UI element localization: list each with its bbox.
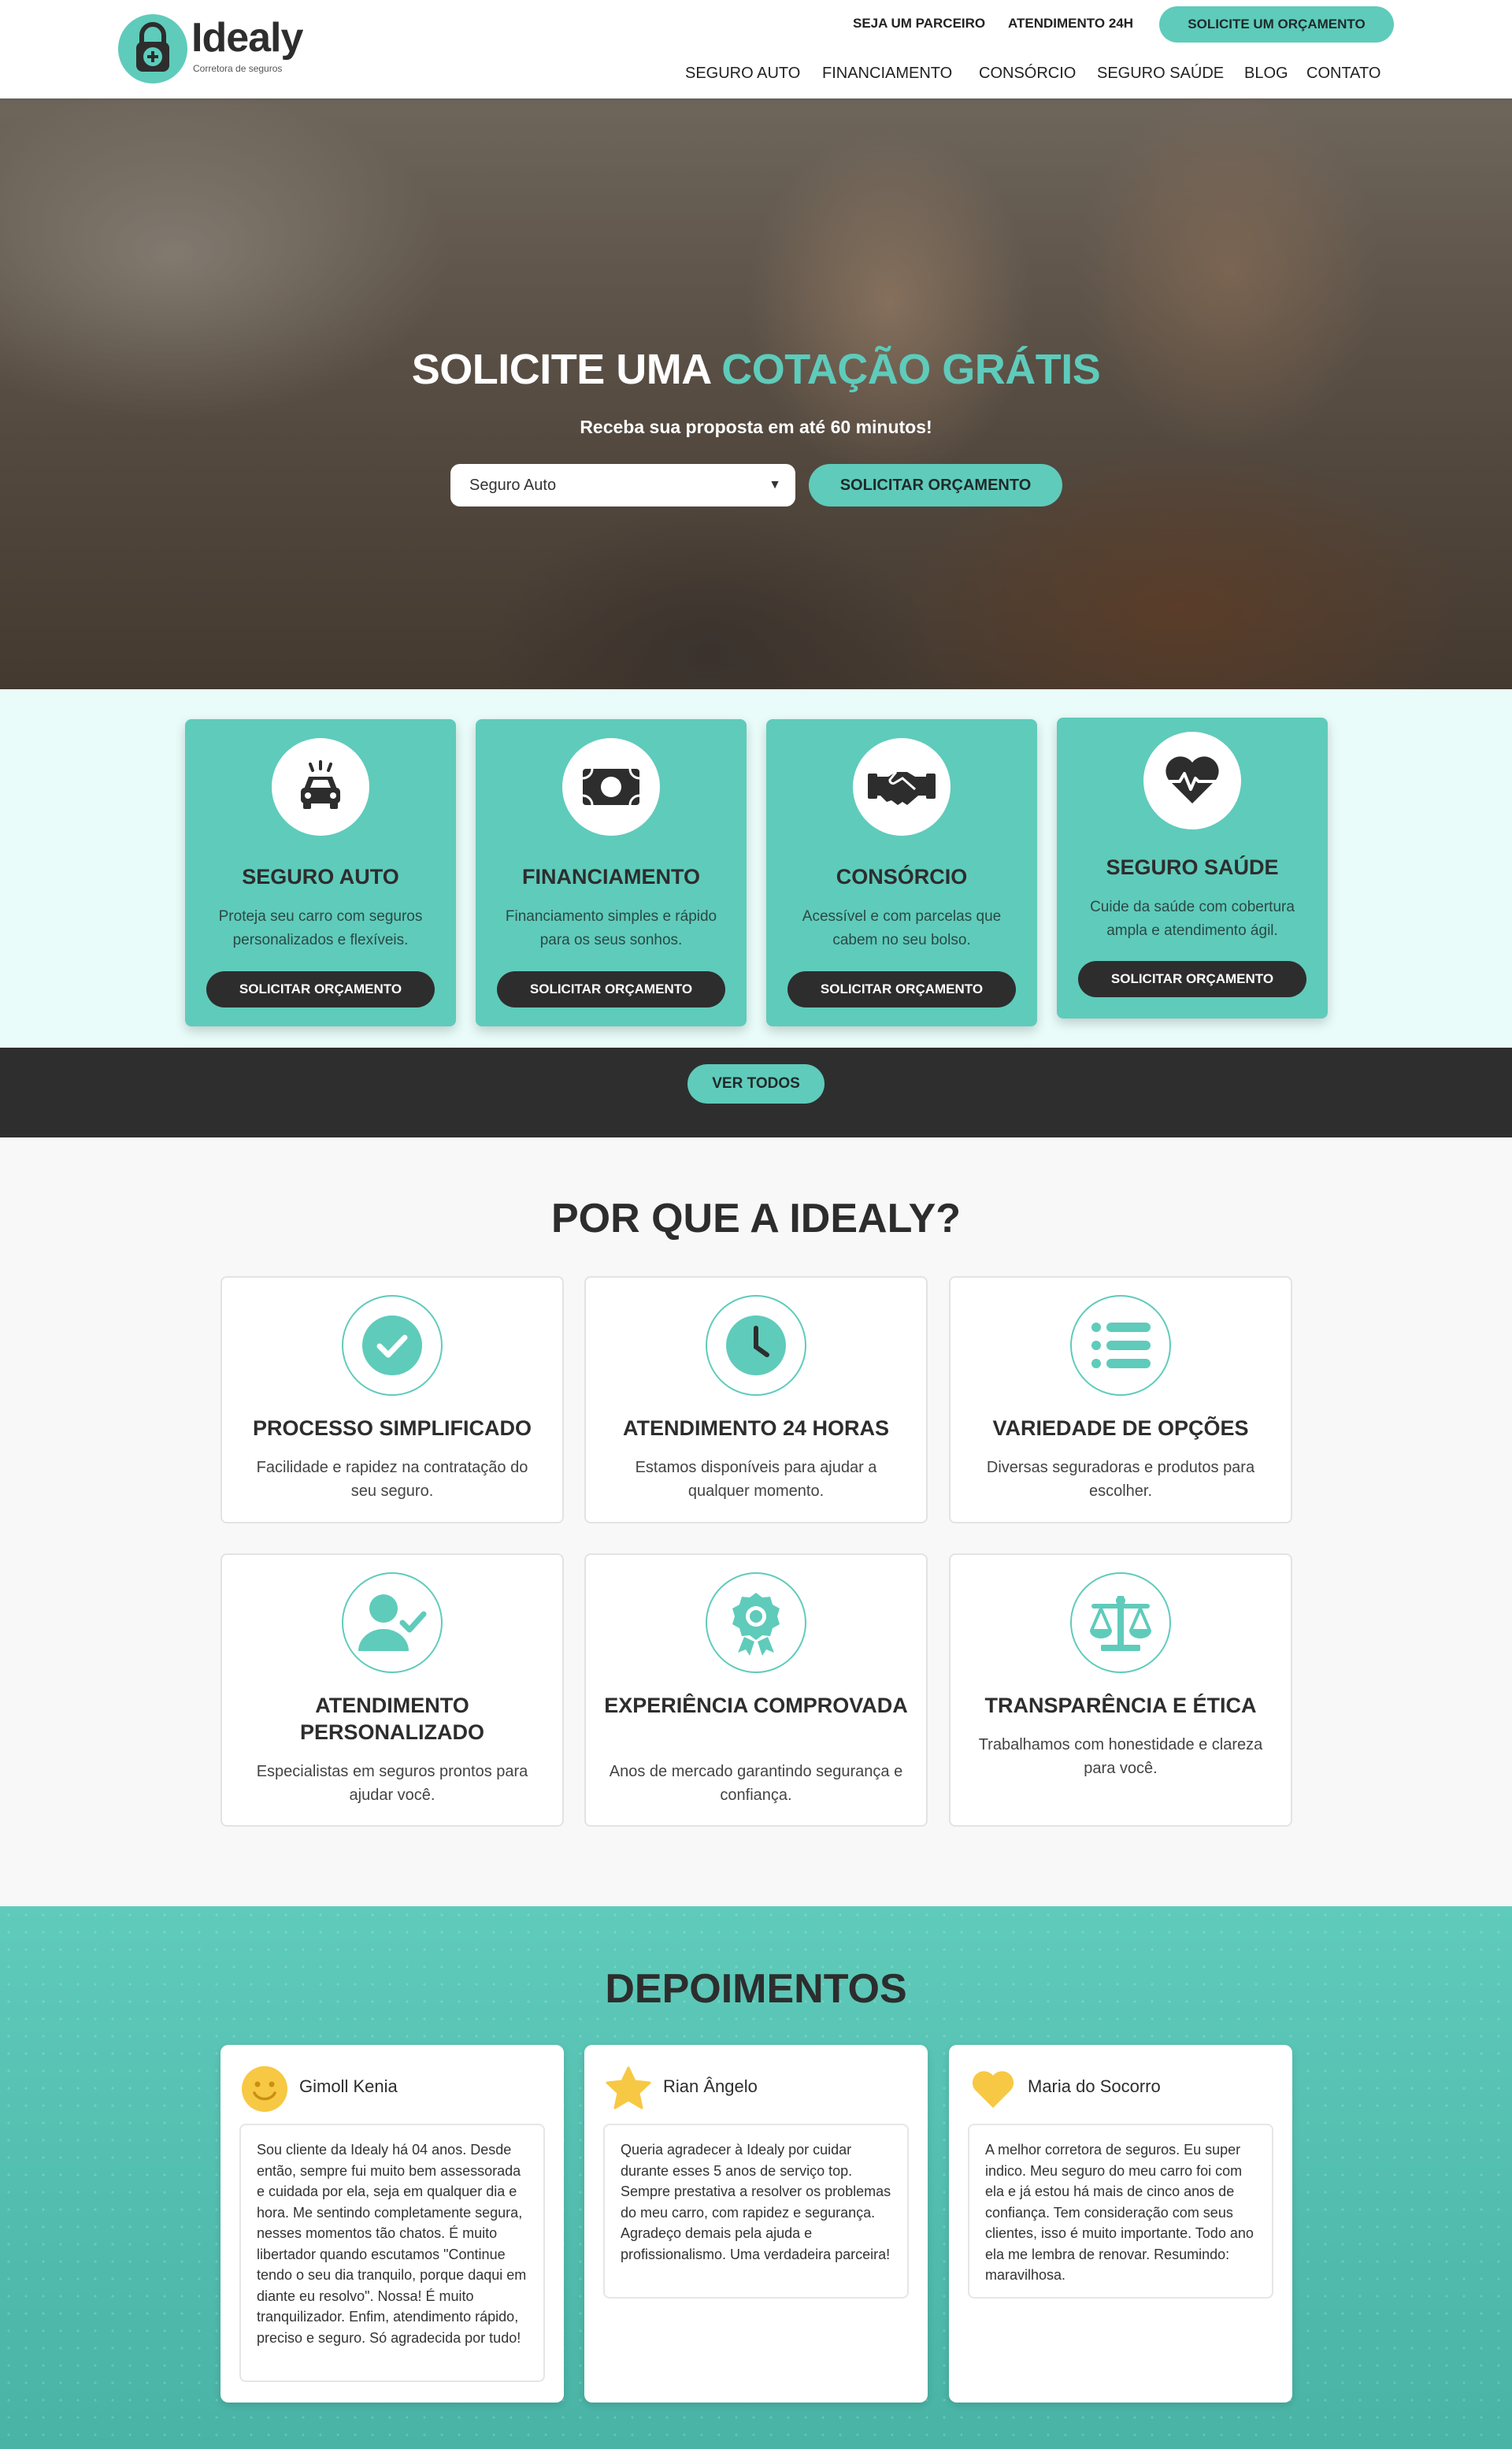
see-all-button[interactable]: VER TODOS (687, 1064, 825, 1104)
testimonial-card: Rian Ângelo Queria agradecer à Idealy po… (584, 2045, 928, 2403)
testimonial-text: Queria agradecer à Idealy por cuidar dur… (603, 2124, 909, 2299)
service-quote-button[interactable]: SOLICITAR ORÇAMENTO (1078, 961, 1306, 997)
why-card-desc: Facilidade e rapidez na contratação do s… (256, 1459, 528, 1500)
user-check-icon (342, 1572, 443, 1673)
why-card-title: TRANSPARÊNCIA E ÉTICA (984, 1694, 1257, 1717)
hero-title-accent: COTAÇÃO GRÁTIS (721, 346, 1101, 393)
hero-subtitle: Receba sua proposta em até 60 minutos! (580, 417, 932, 437)
service-quote-button[interactable]: SOLICITAR ORÇAMENTO (788, 971, 1016, 1007)
why-card-desc: Trabalhamos com honestidade e clareza pa… (978, 1736, 1263, 1777)
service-card-financiamento: FINANCIAMENTO Financiamento simples e rá… (476, 719, 747, 1026)
award-icon (706, 1572, 806, 1673)
list-icon (1070, 1295, 1171, 1396)
why-card-desc: Estamos disponíveis para ajudar a qualqu… (635, 1459, 877, 1500)
service-desc: Acessível e com parcelas que cabem no se… (802, 908, 1002, 948)
support-24h-link[interactable]: ATENDIMENTO 24H (1008, 16, 1133, 32)
testimonial-author: Rian Ângelo (663, 2076, 758, 2096)
service-card-seguro-saude: SEGURO SAÚDE Cuide da saúde com cobertur… (1057, 718, 1328, 1019)
header-quote-button[interactable]: SOLICITE UM ORÇAMENTO (1159, 6, 1394, 43)
service-desc: Financiamento simples e rápido para os s… (505, 908, 717, 948)
logo-tagline: Corretora de seguros (193, 63, 283, 74)
service-title: SEGURO SAÚDE (1106, 855, 1279, 879)
testimonial-card: Gimoll Kenia Sou cliente da Idealy há 04… (220, 2045, 564, 2403)
why-card-desc: Especialistas em seguros prontos para aj… (256, 1763, 528, 1804)
service-card-seguro-auto: SEGURO AUTO Proteja seu carro com seguro… (185, 719, 456, 1026)
check-circle-icon (342, 1295, 443, 1396)
site-header: Idealy Corretora de seguros SEJA UM PARC… (0, 0, 1512, 98)
testimonial-card: Maria do Socorro A melhor corretora de s… (949, 2045, 1292, 2403)
nav-consorcio[interactable]: CONSÓRCIO (979, 64, 1076, 83)
car-icon (272, 738, 369, 836)
testimonial-author: Gimoll Kenia (299, 2076, 398, 2096)
service-desc: Cuide da saúde com cobertura ampla e ate… (1090, 899, 1295, 939)
nav-seguro-saude[interactable]: SEGURO SAÚDE (1097, 64, 1224, 83)
heart-pulse-icon (1143, 732, 1241, 829)
service-desc: Proteja seu carro com seguros personaliz… (218, 908, 423, 948)
service-title: CONSÓRCIO (836, 865, 968, 889)
why-card: ATENDIMENTO 24 HORAS Estamos disponíveis… (584, 1276, 928, 1523)
insurance-type-value: Seguro Auto (469, 477, 557, 494)
logo-text[interactable]: Idealy (191, 14, 303, 61)
insurance-type-select[interactable]: Seguro Auto ▼ (450, 464, 795, 506)
why-card-title: VARIEDADE DE OPÇÕES (992, 1416, 1249, 1440)
service-title: SEGURO AUTO (242, 865, 399, 889)
chevron-down-icon: ▼ (769, 478, 781, 492)
why-card: ATENDIMENTO PERSONALIZADO Especialistas … (220, 1553, 564, 1827)
hero-quote-button[interactable]: SOLICITAR ORÇAMENTO (809, 464, 1062, 506)
partner-link[interactable]: SEJA UM PARCEIRO (853, 16, 985, 32)
hero-section: SOLICITE UMA COTAÇÃO GRÁTIS Receba sua p… (0, 98, 1512, 689)
handshake-icon (853, 738, 951, 836)
why-card-desc: Anos de mercado garantindo segurança e c… (609, 1763, 903, 1804)
service-card-consorcio: CONSÓRCIO Acessível e com parcelas que c… (766, 719, 1037, 1026)
testimonial-text: A melhor corretora de seguros. Eu super … (968, 2124, 1273, 2299)
service-quote-button[interactable]: SOLICITAR ORÇAMENTO (206, 971, 435, 1007)
service-title: FINANCIAMENTO (522, 865, 700, 889)
why-card-title: ATENDIMENTO PERSONALIZADO (299, 1694, 484, 1744)
hero-title-text: SOLICITE UMA (411, 346, 722, 393)
testimonial-author: Maria do Socorro (1028, 2076, 1161, 2096)
scale-icon (1070, 1572, 1171, 1673)
testimonials-title: DEPOIMENTOS (605, 1966, 907, 2012)
clock-icon (706, 1295, 806, 1396)
why-title: POR QUE A IDEALY? (550, 1196, 962, 1241)
nav-blog[interactable]: BLOG (1244, 64, 1288, 83)
hero-title: SOLICITE UMA COTAÇÃO GRÁTIS (0, 344, 1512, 395)
why-card-title: EXPERIÊNCIA COMPROVADA (604, 1694, 908, 1717)
logo-lock-icon[interactable] (117, 13, 188, 84)
why-card: EXPERIÊNCIA COMPROVADA Anos de mercado g… (584, 1553, 928, 1827)
star-icon (606, 2066, 651, 2109)
why-card-desc: Diversas seguradoras e produtos para esc… (986, 1459, 1255, 1500)
testimonial-text: Sou cliente da Idealy há 04 anos. Desde … (239, 2124, 545, 2382)
smile-icon (242, 2066, 287, 2112)
nav-contato[interactable]: CONTATO (1306, 64, 1380, 83)
why-card-title: PROCESSO SIMPLIFICADO (252, 1416, 532, 1440)
service-quote-button[interactable]: SOLICITAR ORÇAMENTO (497, 971, 725, 1007)
why-card-title: ATENDIMENTO 24 HORAS (622, 1416, 890, 1440)
heart-icon (972, 2071, 1014, 2108)
why-card: PROCESSO SIMPLIFICADO Facilidade e rapid… (220, 1276, 564, 1523)
why-card: TRANSPARÊNCIA E ÉTICA Trabalhamos com ho… (949, 1553, 1292, 1827)
money-bill-icon (562, 738, 660, 836)
nav-seguro-auto[interactable]: SEGURO AUTO (685, 64, 800, 83)
why-card: VARIEDADE DE OPÇÕES Diversas seguradoras… (949, 1276, 1292, 1523)
nav-financiamento[interactable]: FINANCIAMENTO (822, 64, 952, 83)
